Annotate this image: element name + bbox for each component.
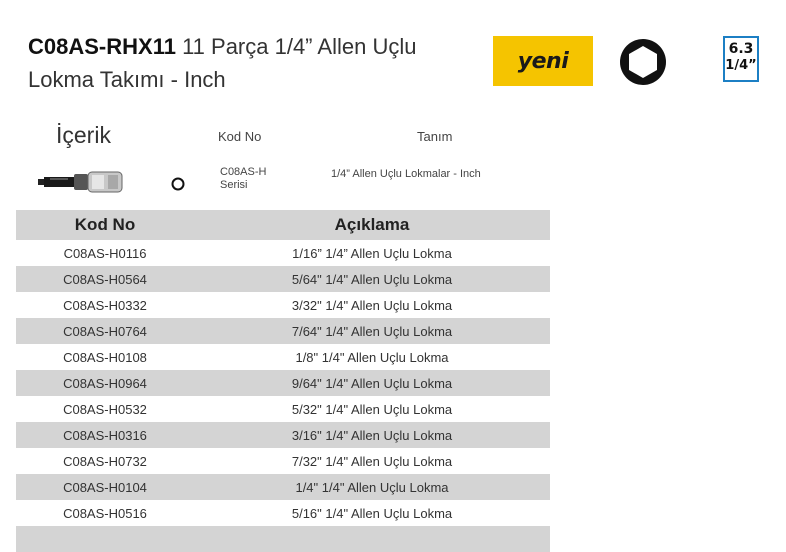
contents-item-desc: 1/4” Allen Uçlu Lokmalar - Inch <box>331 168 481 180</box>
row-desc: 5/16" 1/4" Allen Uçlu Lokma <box>291 505 453 521</box>
row-code: C08AS-H0764 <box>63 323 147 339</box>
table-row: C08AS-H0104 1/4" 1/4" Allen Uçlu Lokma <box>16 474 550 500</box>
row-code: C08AS-H0532 <box>63 401 147 417</box>
row-code: C08AS-H0564 <box>63 271 147 287</box>
contents-col-desc: Tanım <box>417 129 453 144</box>
row-code: C08AS-H0116 <box>63 245 147 261</box>
row-desc: 7/64" 1/4" Allen Uçlu Lokma <box>291 323 453 339</box>
product-title: C08AS-RHX11 11 Parça 1/4” Allen Uçlu Lok… <box>28 30 478 96</box>
row-code: C08AS-H0732 <box>63 453 147 469</box>
header-desc: Açıklama <box>334 215 410 234</box>
table-row-empty <box>16 526 550 552</box>
table-row: C08AS-H0764 7/64" 1/4" Allen Uçlu Lokma <box>16 318 550 344</box>
table-row: C08AS-H0332 3/32" 1/4" Allen Uçlu Lokma <box>16 292 550 318</box>
drive-size-inch: 1/4” <box>725 58 757 73</box>
parts-table: Kod No Açıklama C08AS-H0116 1/16” 1/4” A… <box>16 210 550 552</box>
new-badge: yeni <box>493 36 593 86</box>
contents-item-code: C08AS-H Serisi <box>220 166 267 191</box>
row-code: C08AS-H0108 <box>63 349 147 365</box>
row-code: C08AS-H0316 <box>63 427 147 443</box>
product-code: C08AS-RHX11 <box>28 34 176 59</box>
drive-size-mm: 6.3 <box>728 41 754 57</box>
allen-socket-icon <box>38 171 123 193</box>
table-row: C08AS-H0732 7/32" 1/4" Allen Uçlu Lokma <box>16 448 550 474</box>
ring-icon <box>171 177 185 191</box>
row-desc: 1/4" 1/4" Allen Uçlu Lokma <box>295 479 449 495</box>
row-desc: 3/32" 1/4" Allen Uçlu Lokma <box>291 297 453 313</box>
contents-heading: İçerik <box>56 122 111 148</box>
contents-col-code: Kod No <box>218 129 262 144</box>
row-desc: 7/32" 1/4" Allen Uçlu Lokma <box>291 453 453 469</box>
row-desc: 5/64" 1/4" Allen Uçlu Lokma <box>291 271 453 287</box>
row-desc: 1/8" 1/4" Allen Uçlu Lokma <box>295 349 449 365</box>
table-row: C08AS-H0532 5/32" 1/4" Allen Uçlu Lokma <box>16 396 550 422</box>
row-code: C08AS-H0964 <box>63 375 147 391</box>
table-row: C08AS-H0516 5/16" 1/4" Allen Uçlu Lokma <box>16 500 550 526</box>
hexagon-icon <box>620 39 666 85</box>
row-desc: 9/64" 1/4" Allen Uçlu Lokma <box>291 375 453 391</box>
table-row: C08AS-H0316 3/16" 1/4" Allen Uçlu Lokma <box>16 422 550 448</box>
header-code: Kod No <box>74 215 136 234</box>
row-desc: 5/32" 1/4" Allen Uçlu Lokma <box>291 401 453 417</box>
drive-size-badge: 6.3 1/4” <box>723 36 759 82</box>
table-row: C08AS-H0964 9/64" 1/4" Allen Uçlu Lokma <box>16 370 550 396</box>
row-code: C08AS-H0104 <box>63 479 147 495</box>
row-desc: 3/16" 1/4" Allen Uçlu Lokma <box>291 427 453 443</box>
table-row: C08AS-H0116 1/16” 1/4” Allen Uçlu Lokma <box>16 240 550 266</box>
table-row: C08AS-H0108 1/8" 1/4" Allen Uçlu Lokma <box>16 344 550 370</box>
table-header: Kod No Açıklama <box>16 210 550 240</box>
row-code: C08AS-H0332 <box>63 297 147 313</box>
row-code: C08AS-H0516 <box>63 505 147 521</box>
table-row: C08AS-H0564 5/64" 1/4" Allen Uçlu Lokma <box>16 266 550 292</box>
row-desc: 1/16” 1/4” Allen Uçlu Lokma <box>292 245 452 261</box>
